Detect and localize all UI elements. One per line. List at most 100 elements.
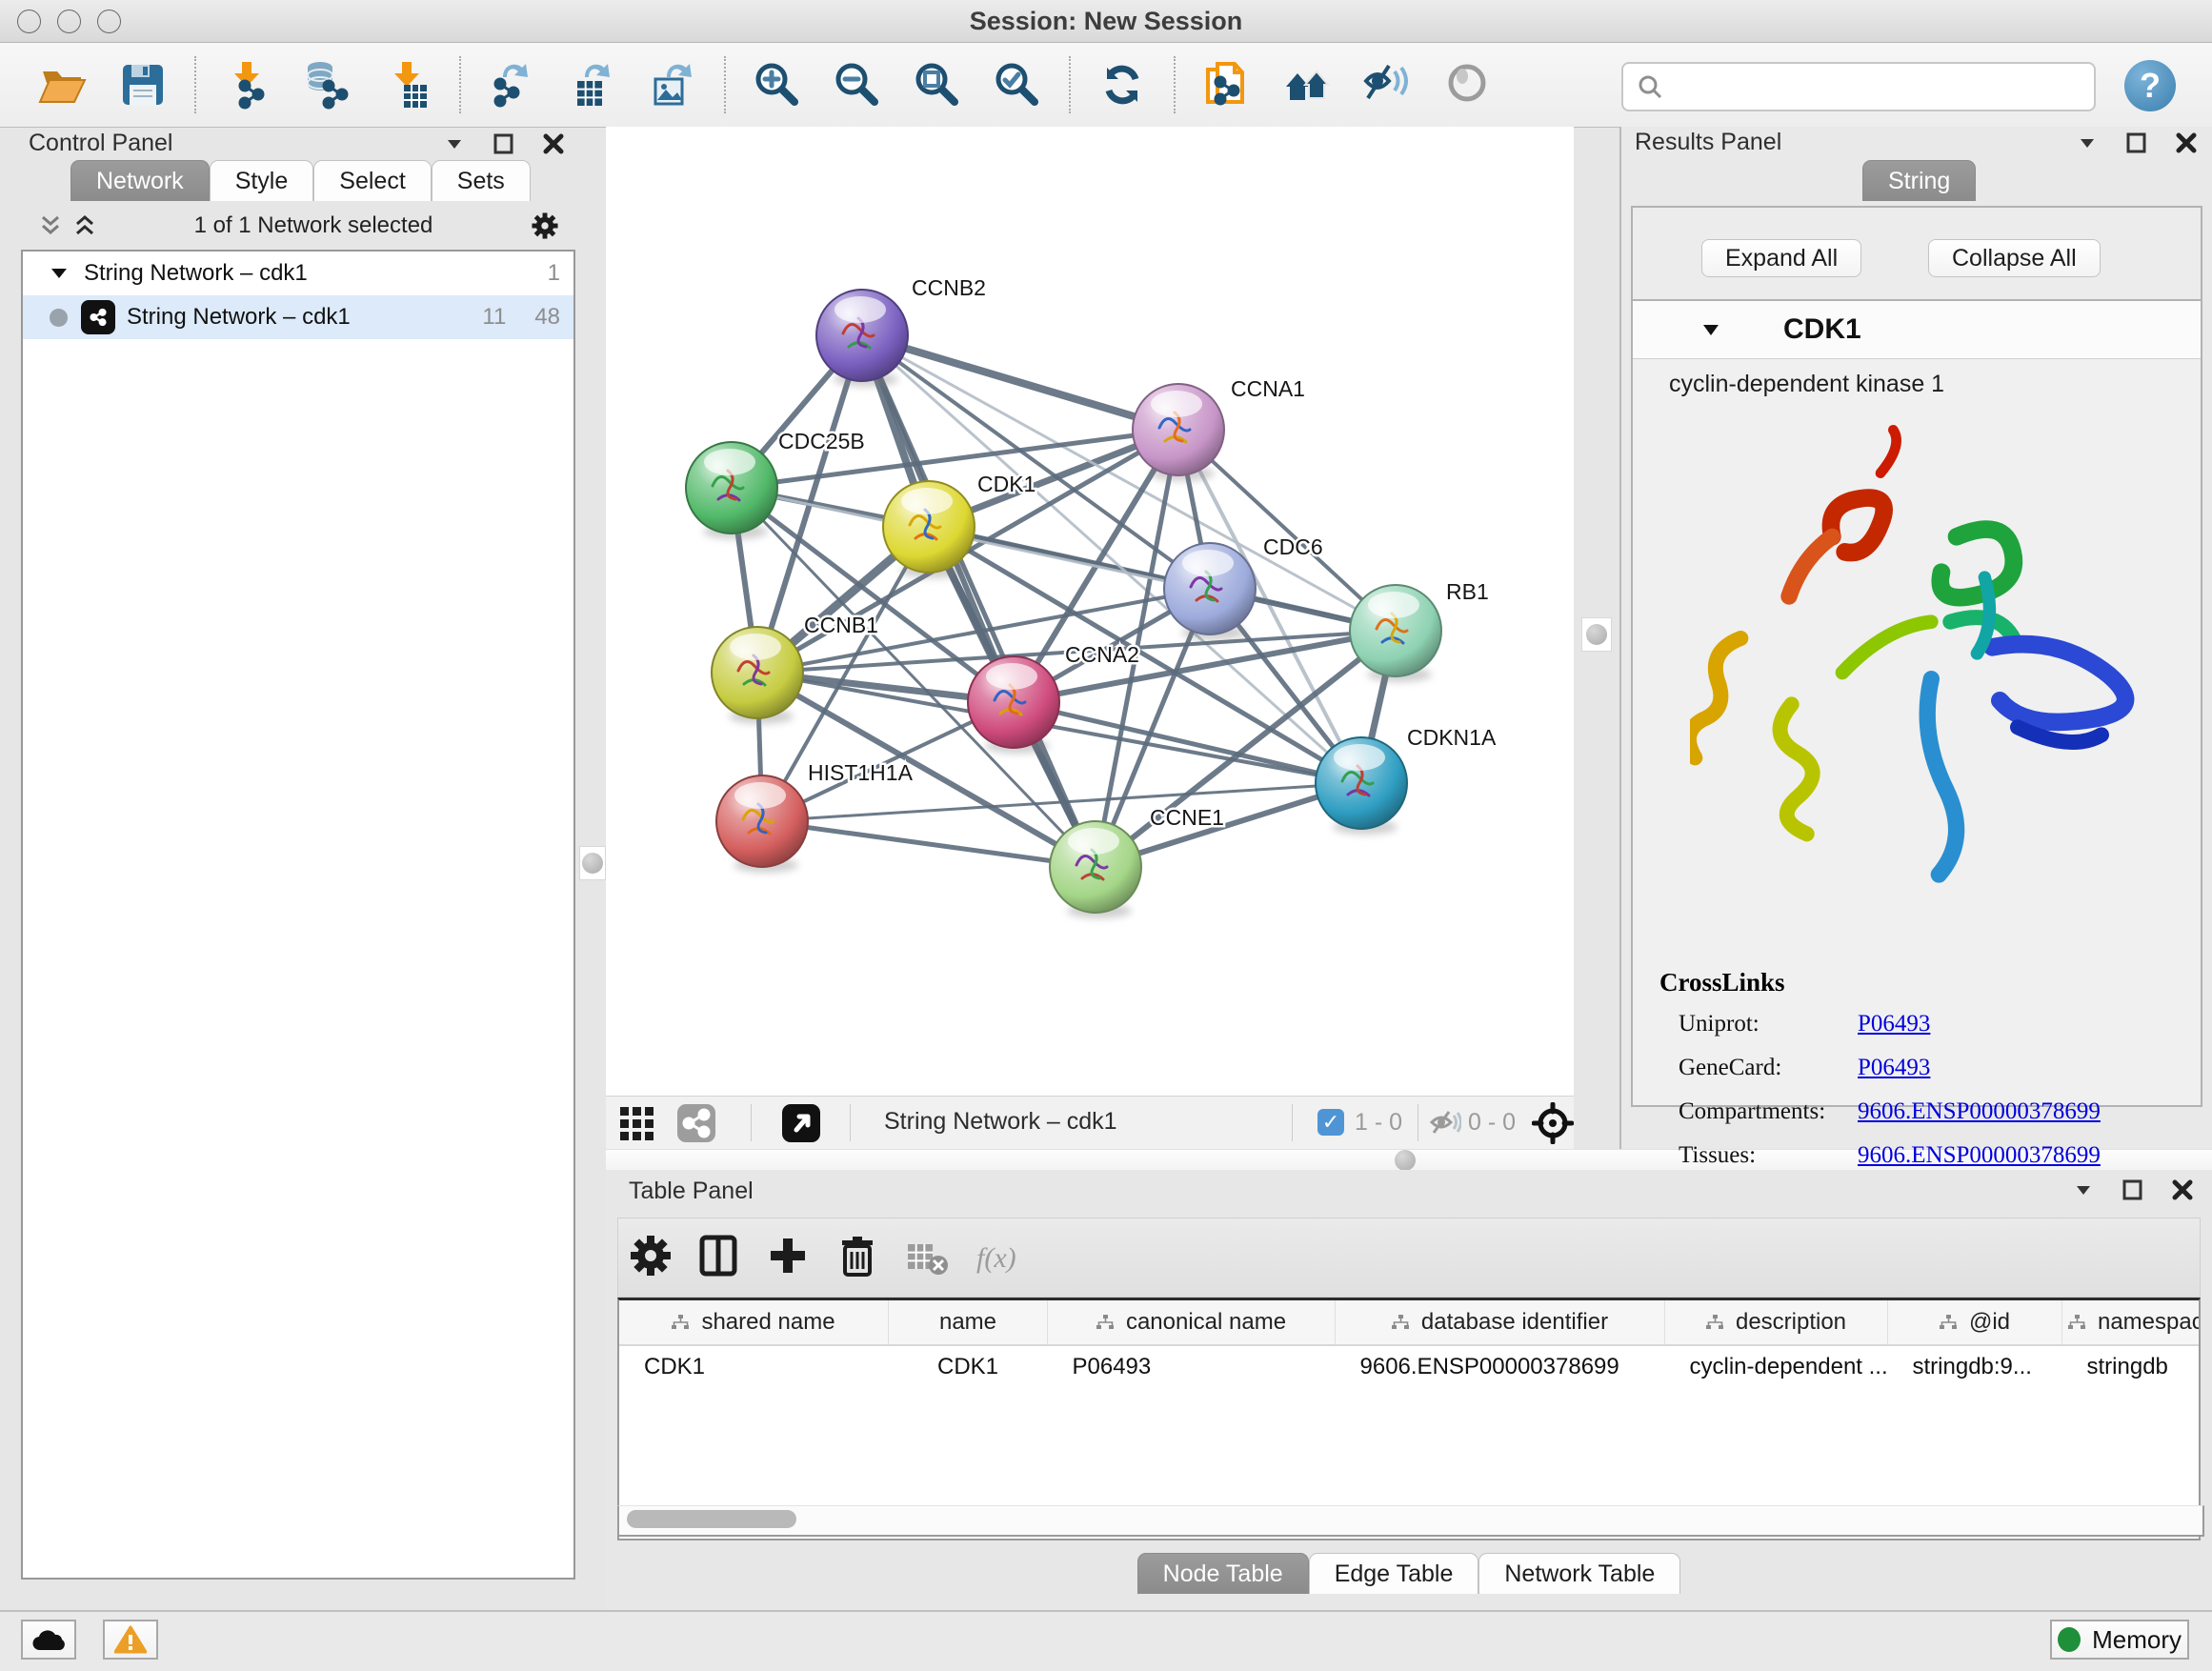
node-RB1[interactable]: RB1 [1350,579,1489,682]
hidden-eye-icon[interactable] [1429,1108,1461,1137]
panel-menu-icon[interactable] [2075,131,2100,155]
export-image-button[interactable] [645,57,700,112]
selected-nodes-checkbox[interactable]: ✓ [1317,1109,1344,1136]
hide-glasses-button[interactable] [1359,57,1415,112]
birds-eye-view-icon[interactable] [781,1103,821,1143]
main-toolbar: ? [0,43,2212,128]
table-cell[interactable]: P06493 [1048,1345,1336,1388]
crosslink-link[interactable]: P06493 [1858,1055,1930,1081]
node-CCNB1[interactable]: CCNB1 [712,613,878,724]
table-cell[interactable]: 9606.ENSP00000378699 [1336,1345,1665,1388]
function-builder-button[interactable]: f(x) [973,1235,1018,1280]
node-CDC6[interactable]: CDC6 [1164,534,1323,640]
toolbar-separator [1069,56,1071,113]
left-splitter-handle[interactable] [579,846,606,880]
column-header-id[interactable]: @id [1888,1300,2062,1345]
column-header-description[interactable]: description [1665,1300,1888,1345]
collapse-all-icon[interactable] [38,213,63,238]
close-panel-icon[interactable] [2170,1178,2195,1202]
tab-select[interactable]: Select [313,160,431,201]
tab-network-table[interactable]: Network Table [1478,1553,1680,1594]
import-database-button[interactable] [300,57,355,112]
hidden-counts: 0 - 0 [1468,1109,1516,1137]
gene-header-row[interactable]: CDK1 [1633,301,2201,359]
tab-string[interactable]: String [1862,160,1976,201]
float-panel-icon[interactable] [492,131,516,156]
panel-menu-icon[interactable] [2071,1178,2096,1202]
export-table-button[interactable] [565,57,620,112]
string-style-icon[interactable] [676,1103,716,1143]
table-cell[interactable]: cyclin-dependent ... [1665,1345,1888,1388]
table-row[interactable]: CDK1CDK1P064939606.ENSP00000378699cyclin… [619,1345,2201,1388]
crosslink-row: Tissues: 9606.ENSP00000378699 [1659,1142,2182,1169]
expand-triangle-icon[interactable] [50,264,69,283]
panel-menu-icon[interactable] [442,131,467,156]
refresh-network-button[interactable] [1095,57,1150,112]
tab-sets[interactable]: Sets [432,160,531,201]
tab-node-table[interactable]: Node Table [1137,1553,1309,1594]
network-tree-row[interactable]: String Network – cdk1 1 [23,252,573,295]
table-cell[interactable]: stringdb [2062,1345,2202,1388]
add-column-button[interactable] [767,1235,813,1280]
inspector-orb-button[interactable] [1439,57,1495,112]
column-header-name[interactable]: name [889,1300,1048,1345]
zoom-out-button[interactable] [830,57,885,112]
gear-icon[interactable] [530,211,560,241]
grid-view-icon[interactable] [619,1106,655,1140]
table-cell[interactable]: CDK1 [619,1345,889,1388]
search-input[interactable] [1673,67,2094,107]
network-canvas[interactable]: CCNB2 CCNA1 CDC25B [606,127,1574,1096]
expand-all-icon[interactable] [72,213,97,238]
cloud-button[interactable] [21,1620,76,1660]
delete-table-button[interactable] [904,1235,950,1280]
crosslink-label: Tissues: [1659,1142,1858,1169]
gear-button[interactable] [630,1235,675,1280]
crosslink-link[interactable]: 9606.ENSP00000378699 [1858,1098,2101,1125]
columns-button[interactable] [698,1235,744,1280]
column-header-namespace[interactable]: namespace [2062,1300,2202,1345]
search-box[interactable] [1621,62,2096,111]
table-cell[interactable]: CDK1 [889,1345,1048,1388]
string-network-icon [81,300,115,334]
import-table-button[interactable] [380,57,435,112]
help-button[interactable]: ? [2124,60,2176,111]
column-header-canonicalname[interactable]: canonical name [1048,1300,1336,1345]
network-tree-row[interactable]: String Network – cdk1 11 48 [23,295,573,339]
node-table[interactable]: shared namenamecanonical namedatabase id… [617,1298,2201,1540]
table-cell[interactable]: stringdb:9... [1888,1345,2062,1388]
delete-column-button[interactable] [835,1235,881,1280]
table-horizontal-scrollbar[interactable] [617,1505,2204,1537]
right-splitter-handle[interactable] [1581,617,1612,652]
node-label-CDC25B: CDC25B [778,429,865,453]
zoom-in-button[interactable] [750,57,805,112]
node-CDKN1A[interactable]: CDKN1A [1316,725,1497,835]
expand-all-button[interactable]: Expand All [1701,239,1861,277]
zoom-selected-button[interactable] [990,57,1045,112]
home-button[interactable] [1279,57,1335,112]
table-toolbar: f(x) [617,1218,2201,1298]
save-session-button[interactable] [115,57,171,112]
add-column-icon [765,1233,814,1282]
float-panel-icon[interactable] [2121,1178,2145,1202]
collapse-triangle-icon[interactable] [1699,318,1722,341]
float-panel-icon[interactable] [2124,131,2149,155]
zoom-fit-button[interactable] [910,57,965,112]
network-view-title: String Network – cdk1 [884,1108,1117,1136]
warning-button[interactable] [103,1620,158,1660]
export-network-button[interactable] [485,57,540,112]
column-header-sharedname[interactable]: shared name [619,1300,889,1345]
share-document-button[interactable] [1199,57,1255,112]
crosslink-link[interactable]: 9606.ENSP00000378699 [1858,1142,2101,1169]
open-session-button[interactable] [35,57,90,112]
tab-style[interactable]: Style [210,160,314,201]
close-panel-icon[interactable] [541,131,566,156]
collapse-all-button[interactable]: Collapse All [1928,239,2101,277]
import-network-button[interactable] [220,57,275,112]
close-panel-icon[interactable] [2174,131,2199,155]
crosslink-link[interactable]: P06493 [1858,1011,1930,1037]
tab-edge-table[interactable]: Edge Table [1309,1553,1479,1594]
column-header-databaseidentifier[interactable]: database identifier [1336,1300,1665,1345]
memory-button[interactable]: Memory [2050,1620,2189,1660]
fit-content-crosshair-icon[interactable] [1532,1102,1574,1144]
tab-network[interactable]: Network [70,160,210,201]
